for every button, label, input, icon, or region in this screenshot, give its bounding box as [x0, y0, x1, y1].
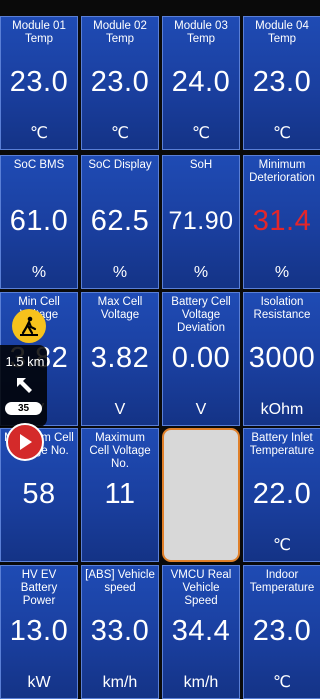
- gauge-tile[interactable]: Maximum Cell Voltage No. 11: [81, 428, 159, 562]
- gauge-unit: %: [274, 264, 290, 281]
- play-icon[interactable]: [6, 423, 44, 461]
- gauge-label: VMCU Real Vehicle Speed: [170, 569, 232, 607]
- gauge-unit: ℃: [273, 674, 291, 691]
- gauge-tile[interactable]: Module 03 Temp 24.0 ℃: [162, 16, 240, 150]
- gauge-value: 24.0: [171, 66, 231, 98]
- gauge-label: Isolation Resistance: [253, 296, 311, 321]
- speed-limit-badge: 35: [5, 402, 42, 415]
- gauge-label: Maximum Cell Voltage No.: [89, 432, 151, 470]
- gauge-unit: km/h: [183, 674, 219, 691]
- gauge-value: 23.0: [252, 615, 312, 647]
- gauge-tile[interactable]: SoC Display 62.5%: [81, 155, 159, 289]
- gauge-unit: ℃: [273, 125, 291, 142]
- gauge-unit: ℃: [192, 125, 210, 142]
- gauge-value: 31.4: [252, 205, 312, 237]
- road-works-icon[interactable]: [12, 309, 46, 343]
- gauge-label: Indoor Temperature: [249, 569, 315, 594]
- gauge-tile[interactable]: Battery Cell Voltage Deviation 0.00 V: [162, 292, 240, 426]
- gauge-value: 23.0: [90, 66, 150, 98]
- gauge-value: 0.00: [171, 342, 231, 374]
- gauge-tile[interactable]: Module 02 Temp 23.0 ℃: [81, 16, 159, 150]
- gauge-unit: V: [114, 401, 126, 418]
- gauge-unit: %: [193, 264, 209, 281]
- gauge-unit: km/h: [102, 674, 138, 691]
- gauge-value: 23.0: [9, 66, 69, 98]
- gauge-value: 22.0: [252, 478, 312, 510]
- gauge-value: 3.82: [90, 342, 150, 374]
- gauge-label: Battery Inlet Temperature: [249, 432, 315, 457]
- gauge-unit: ℃: [30, 125, 48, 142]
- gauge-value: 62.5: [90, 205, 150, 237]
- gauge-tile[interactable]: Max Cell Voltage 3.82 V: [81, 292, 159, 426]
- gauge-tile[interactable]: Isolation Resistance 3000 kOhm: [243, 292, 320, 426]
- gauge-tile[interactable]: Module 04 Temp 23.0 ℃: [243, 16, 320, 150]
- gauge-unit: kOhm: [260, 401, 304, 418]
- gauge-unit: %: [112, 264, 128, 281]
- gauge-label: Max Cell Voltage: [97, 296, 143, 321]
- gauge-value: 61.0: [9, 205, 69, 237]
- gauge-value: 3000: [248, 342, 316, 374]
- turn-distance: 1.5 km: [5, 354, 45, 369]
- gauge-label: Module 02 Temp: [93, 20, 147, 45]
- gauge-label: Battery Cell Voltage Deviation: [171, 296, 231, 334]
- gauge-tile[interactable]: Module 01 Temp 23.0 ℃: [0, 16, 78, 150]
- gauge-label: HV EV Battery Power: [20, 569, 58, 607]
- gauge-unit: kW: [27, 674, 51, 691]
- gauge-label: SoC BMS: [13, 159, 65, 171]
- gauge-value: 58: [22, 478, 56, 510]
- gauge-value: 13.0: [9, 615, 69, 647]
- gauge-value: 34.4: [171, 615, 231, 647]
- gauge-label: Module 01 Temp: [12, 20, 66, 45]
- gauge-tile[interactable]: SoC BMS 61.0%: [0, 155, 78, 289]
- gauge-tile[interactable]: Battery Inlet Temperature 22.0 ℃: [243, 428, 320, 562]
- gauge-label: Module 03 Temp: [174, 20, 228, 45]
- gauge-value: 33.0: [90, 615, 150, 647]
- gauge-unit: %: [31, 264, 47, 281]
- gauge-tile[interactable]: SoH 71.90%: [162, 155, 240, 289]
- gauge-unit: ℃: [273, 537, 291, 554]
- turn-arrow-icon: [14, 375, 36, 395]
- gauge-label: [ABS] Vehicle speed: [85, 569, 155, 594]
- gauge-label: SoC Display: [88, 159, 152, 171]
- gauge-unit: V: [195, 401, 207, 418]
- gauge-label: Minimum Deterioration: [249, 159, 315, 184]
- gauge-unit: ℃: [111, 125, 129, 142]
- gauge-value: 11: [104, 478, 136, 510]
- gauge-label: SoH: [189, 159, 213, 171]
- gauge-label: Module 04 Temp: [255, 20, 309, 45]
- gauge-value: 23.0: [252, 66, 312, 98]
- empty-slot[interactable]: [162, 428, 240, 562]
- gauge-value: 71.90: [168, 207, 234, 235]
- navigation-overlay: 1.5 km 35: [0, 309, 49, 469]
- gauge-tile[interactable]: Minimum Deterioration 31.4%: [243, 155, 320, 289]
